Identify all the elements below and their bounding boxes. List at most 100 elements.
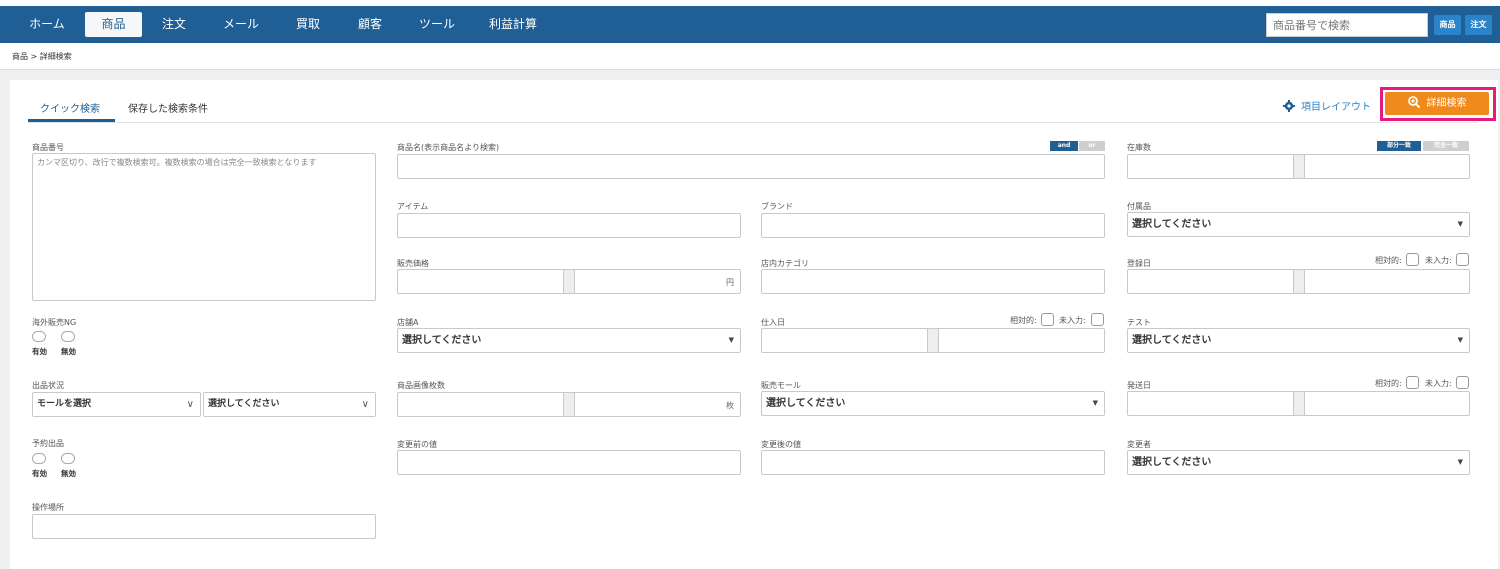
empty-label: 未入力: xyxy=(1059,316,1086,325)
after-value-input[interactable] xyxy=(761,450,1105,475)
purchase-empty-checkbox[interactable] xyxy=(1091,313,1104,326)
nav-item-tools[interactable]: ツール xyxy=(408,12,466,37)
purchase-date-label: 仕入日 xyxy=(761,318,785,327)
nav-item-products[interactable]: 商品 xyxy=(85,12,142,37)
nav-item-purchase[interactable]: 買取 xyxy=(284,12,332,37)
nav-item-home[interactable]: ホーム xyxy=(18,12,76,37)
purchase-date-range-input[interactable] xyxy=(761,328,1105,353)
range-separator xyxy=(1293,392,1305,415)
reg-relative-checkbox[interactable] xyxy=(1406,253,1419,266)
overseas-ng-off-label: 無効 xyxy=(61,347,76,356)
nav-item-mail[interactable]: メール xyxy=(212,12,270,37)
reg-date-range-input[interactable] xyxy=(1127,269,1470,294)
partial-match-toggle[interactable]: 部分一致 xyxy=(1377,141,1421,151)
chevron-down-icon: ∨ xyxy=(186,399,194,410)
price-label: 販売価格 xyxy=(397,259,429,268)
stock-range-input[interactable] xyxy=(1127,154,1470,179)
reg-empty-checkbox[interactable] xyxy=(1456,253,1469,266)
category-input[interactable] xyxy=(761,269,1105,294)
product-no-label: 商品番号 xyxy=(32,143,64,152)
changer-value: 選択してください xyxy=(1132,457,1212,468)
price-unit: 円 xyxy=(726,278,734,287)
sales-mall-value: 選択してください xyxy=(766,398,846,409)
shop-a-select[interactable]: 選択してください ▼ xyxy=(397,328,741,353)
range-separator xyxy=(563,393,575,416)
image-count-range-input[interactable]: 枚 xyxy=(397,392,741,417)
listing-mall-value: モールを選択 xyxy=(37,399,92,409)
listing-status-value: 選択してください xyxy=(208,399,280,409)
changer-label: 変更者 xyxy=(1127,440,1151,449)
layout-link-label: 項目レイアウト xyxy=(1301,102,1371,113)
ship-date-label: 発送日 xyxy=(1127,381,1151,390)
ship-empty-checkbox[interactable] xyxy=(1456,376,1469,389)
layout-settings-link[interactable]: 項目レイアウト xyxy=(1283,98,1371,113)
advanced-search-label: 詳細検索 xyxy=(1426,98,1467,109)
listing-status-select[interactable]: 選択してください ∨ xyxy=(203,392,376,417)
range-separator xyxy=(1293,155,1305,178)
location-input[interactable] xyxy=(32,514,376,539)
stock-label: 在庫数 xyxy=(1127,143,1151,152)
item-label: アイテム xyxy=(397,202,429,211)
shop-a-label: 店舗A xyxy=(397,318,419,327)
overseas-ng-label: 海外販売NG xyxy=(32,318,77,327)
listing-mall-select[interactable]: モールを選択 ∨ xyxy=(32,392,201,417)
breadcrumb-bar: 商品 > 詳細検索 xyxy=(0,43,1500,70)
relative-label: 相対的: xyxy=(1375,256,1402,265)
product-name-input[interactable] xyxy=(397,154,1105,179)
overseas-ng-on-label: 有効 xyxy=(32,347,47,356)
accessory-select[interactable]: 選択してください ▼ xyxy=(1127,212,1470,237)
overseas-ng-off-toggle[interactable] xyxy=(61,331,75,342)
purchase-relative-checkbox[interactable] xyxy=(1041,313,1054,326)
exact-match-toggle[interactable]: 完全一致 xyxy=(1423,141,1469,151)
range-separator xyxy=(927,329,939,352)
empty-label: 未入力: xyxy=(1425,379,1452,388)
shop-a-value: 選択してください xyxy=(402,335,482,346)
caret-down-icon: ▼ xyxy=(1092,399,1098,407)
ship-date-range-input[interactable] xyxy=(1127,391,1470,416)
tab-quick-search[interactable]: クイック検索 xyxy=(40,100,100,115)
reserve-on-toggle[interactable] xyxy=(32,453,46,464)
search-order-button[interactable]: 注文 xyxy=(1465,15,1492,35)
or-toggle[interactable]: or xyxy=(1079,141,1105,151)
ship-relative-checkbox[interactable] xyxy=(1406,376,1419,389)
search-panel: クイック検索 保存した検索条件 項目レイアウト 詳細検索 商品番号 カンマ区切り… xyxy=(10,80,1498,569)
nav-item-orders[interactable]: 注文 xyxy=(150,12,198,37)
relative-label: 相対的: xyxy=(1010,316,1037,325)
nav-item-profit-calc[interactable]: 利益計算 xyxy=(480,12,546,37)
brand-label: ブランド xyxy=(761,202,793,211)
reserve-listing-label: 予約出品 xyxy=(32,439,64,448)
tab-saved-conditions[interactable]: 保存した検索条件 xyxy=(128,100,208,115)
product-no-textarea[interactable]: カンマ区切り、改行で複数検索可。複数検索の場合は完全一致検索となります xyxy=(32,153,376,301)
price-range-input[interactable]: 円 xyxy=(397,269,741,294)
brand-input[interactable] xyxy=(761,213,1105,238)
test-select[interactable]: 選択してください ▼ xyxy=(1127,328,1470,353)
reserve-off-toggle[interactable] xyxy=(61,453,75,464)
caret-down-icon: ▼ xyxy=(1457,458,1463,466)
gear-icon xyxy=(1283,100,1295,112)
top-nav: ホーム 商品 注文 メール 買取 顧客 ツール 利益計算 商品 注文 xyxy=(0,6,1500,43)
range-separator xyxy=(1293,270,1305,293)
before-value-input[interactable] xyxy=(397,450,741,475)
caret-down-icon: ▼ xyxy=(1457,336,1463,344)
nav-item-customers[interactable]: 顧客 xyxy=(346,12,394,37)
and-toggle[interactable]: and xyxy=(1050,141,1078,151)
search-product-button[interactable]: 商品 xyxy=(1434,15,1461,35)
image-count-label: 商品画像枚数 xyxy=(397,381,445,390)
changer-select[interactable]: 選択してください ▼ xyxy=(1127,450,1470,475)
sales-mall-label: 販売モール xyxy=(761,381,801,390)
sales-mall-select[interactable]: 選択してください ▼ xyxy=(761,391,1105,416)
accessory-label: 付属品 xyxy=(1127,202,1151,211)
listing-status-label: 出品状況 xyxy=(32,381,64,390)
item-input[interactable] xyxy=(397,213,741,238)
caret-down-icon: ▼ xyxy=(728,336,734,344)
overseas-ng-on-toggle[interactable] xyxy=(32,331,46,342)
relative-label: 相対的: xyxy=(1375,379,1402,388)
after-value-label: 変更後の値 xyxy=(761,440,801,449)
empty-label: 未入力: xyxy=(1425,256,1452,265)
range-separator xyxy=(563,270,575,293)
location-label: 操作場所 xyxy=(32,503,64,512)
advanced-search-button[interactable]: 詳細検索 xyxy=(1385,92,1489,115)
zoom-search-icon xyxy=(1407,96,1420,108)
test-label: テスト xyxy=(1127,318,1151,327)
nav-search-input[interactable] xyxy=(1266,13,1428,37)
